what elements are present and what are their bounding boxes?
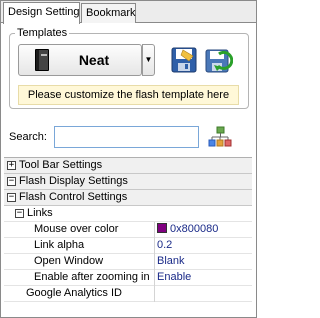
property-label: Open Window bbox=[34, 255, 104, 267]
collapse-icon[interactable]: − bbox=[7, 177, 16, 186]
color-swatch bbox=[157, 223, 167, 233]
property-value[interactable]: 0x800080 bbox=[157, 222, 218, 237]
property-value[interactable]: Enable bbox=[157, 270, 191, 285]
property-label: Google Analytics ID bbox=[26, 287, 122, 299]
column-divider bbox=[154, 238, 155, 254]
tab-bookmark[interactable]: Bookmark bbox=[81, 3, 136, 23]
tab-design-setting[interactable]: Design Setting bbox=[3, 2, 80, 24]
column-divider bbox=[154, 270, 155, 286]
tab-bar: Design Setting Bookmark bbox=[1, 1, 256, 24]
property-label: Mouse over color bbox=[34, 223, 119, 235]
load-template-icon[interactable] bbox=[203, 46, 233, 74]
expand-icon[interactable]: + bbox=[7, 161, 16, 170]
property-value[interactable]: 0.2 bbox=[157, 238, 172, 253]
template-dropdown-button[interactable]: ▼ bbox=[142, 44, 155, 76]
property-row-google-analytics-id[interactable]: Google Analytics ID bbox=[4, 286, 252, 302]
property-label: Link alpha bbox=[34, 239, 85, 251]
tree-view-icon[interactable] bbox=[208, 125, 232, 149]
subcategory-links[interactable]: − Links bbox=[4, 206, 252, 222]
search-label: Search: bbox=[9, 131, 47, 143]
category-label: Tool Bar Settings bbox=[19, 159, 103, 171]
property-label: Enable after zooming in bbox=[34, 271, 150, 283]
template-name: Neat bbox=[78, 52, 110, 68]
property-row-link-alpha[interactable]: Link alpha 0.2 bbox=[4, 238, 252, 254]
save-template-icon[interactable] bbox=[171, 47, 197, 73]
column-divider bbox=[154, 286, 155, 302]
column-divider bbox=[154, 254, 155, 270]
property-grid: + Tool Bar Settings − Flash Display Sett… bbox=[4, 157, 252, 302]
column-divider bbox=[154, 222, 155, 238]
collapse-icon[interactable]: − bbox=[7, 193, 16, 202]
template-hint: Please customize the flash template here bbox=[18, 85, 239, 105]
category-label: Flash Control Settings bbox=[19, 191, 128, 203]
property-row-mouse-over-color[interactable]: Mouse over color 0x800080 bbox=[4, 222, 252, 238]
book-icon bbox=[35, 49, 49, 71]
category-toolbar-settings[interactable]: + Tool Bar Settings bbox=[4, 158, 252, 174]
search-input[interactable] bbox=[54, 126, 199, 148]
design-panel: Design Setting Bookmark Templates Neat ▼… bbox=[0, 0, 257, 318]
color-value: 0x800080 bbox=[170, 223, 219, 235]
caret-down-icon: ▼ bbox=[144, 55, 153, 64]
collapse-icon[interactable]: − bbox=[15, 209, 24, 218]
templates-group-label: Templates bbox=[15, 26, 70, 40]
property-value[interactable]: Blank bbox=[157, 254, 185, 269]
subcategory-label: Links bbox=[27, 207, 53, 219]
property-row-enable-after-zooming[interactable]: Enable after zooming in Enable bbox=[4, 270, 252, 286]
category-label: Flash Display Settings bbox=[19, 175, 128, 187]
category-flash-control-settings[interactable]: − Flash Control Settings bbox=[4, 190, 252, 206]
category-flash-display-settings[interactable]: − Flash Display Settings bbox=[4, 174, 252, 190]
property-row-open-window[interactable]: Open Window Blank bbox=[4, 254, 252, 270]
